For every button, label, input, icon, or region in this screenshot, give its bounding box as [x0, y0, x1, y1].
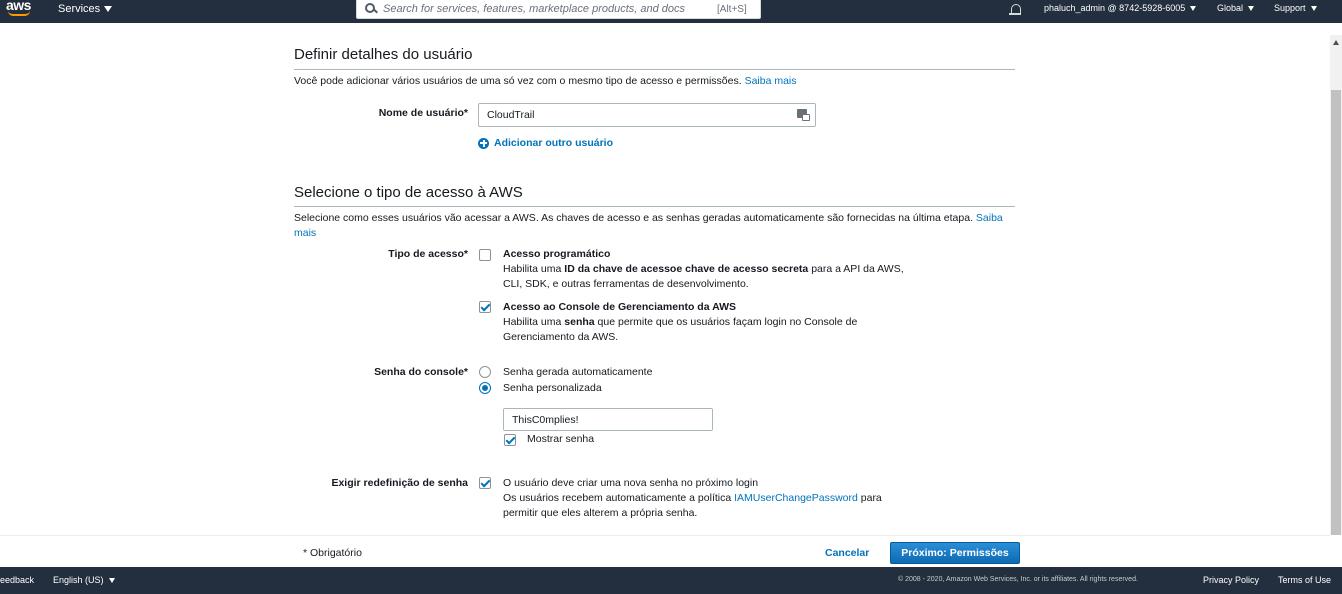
scrollbar-thumb[interactable]: [1331, 90, 1341, 535]
learn-more-link[interactable]: Saiba mais: [745, 75, 797, 87]
programmatic-access-description: Habilita uma ID da chave de acessoe chav…: [503, 262, 904, 292]
scroll-up-arrow-icon[interactable]: [1333, 40, 1339, 45]
custom-password-label: Senha personalizada: [503, 382, 602, 394]
caret-down-icon: [108, 577, 115, 583]
custom-password-radio[interactable]: [479, 382, 491, 394]
custom-password-input[interactable]: [503, 408, 713, 431]
top-navigation-bar: aws Services [Alt+S] phaluch_admin @ 874…: [0, 0, 1342, 23]
require-reset-line1: O usuário deve criar uma nova senha no p…: [503, 477, 759, 489]
caret-down-icon: [104, 6, 113, 12]
console-access-description: Habilita uma senha que permite que os us…: [503, 315, 857, 345]
autofill-icon[interactable]: [797, 109, 810, 121]
console-access-checkbox[interactable]: [479, 301, 491, 313]
user-details-title: Definir detalhes do usuário: [294, 46, 473, 63]
section-divider: [294, 206, 1015, 207]
language-label: English (US): [53, 575, 104, 585]
username-label: Nome de usuário*: [378, 107, 468, 119]
page-footer: eedback English (US) © 2008 - 2020, Amaz…: [0, 567, 1342, 594]
privacy-policy-link[interactable]: Privacy Policy: [1203, 575, 1259, 585]
search-input[interactable]: [383, 3, 713, 15]
require-reset-label: Exigir redefinição de senha: [331, 477, 468, 489]
account-menu[interactable]: phaluch_admin @ 8742-5928-6005: [1044, 3, 1197, 13]
account-label: phaluch_admin @ 8742-5928-6005: [1044, 3, 1186, 13]
aws-logo[interactable]: aws: [6, 0, 36, 20]
require-reset-checkbox[interactable]: [479, 477, 491, 489]
language-selector[interactable]: English (US): [53, 575, 115, 585]
section-divider: [294, 69, 1015, 70]
next-permissions-button[interactable]: Próximo: Permissões: [890, 542, 1020, 564]
require-reset-description: O usuário deve criar uma nova senha no p…: [503, 476, 882, 521]
bell-icon[interactable]: [1009, 3, 1021, 17]
region-label: Global: [1217, 3, 1244, 13]
console-desc-b: senha: [564, 316, 595, 328]
learn-more-link[interactable]: Saiba: [976, 212, 1003, 224]
programmatic-access-title: Acesso programático: [503, 248, 611, 260]
search-shortcut: [Alt+S]: [717, 3, 747, 15]
username-input[interactable]: [478, 103, 816, 127]
console-desc-line2: Gerenciamento da AWS.: [503, 331, 619, 343]
access-type-title: Selecione o tipo de acesso à AWS: [294, 184, 523, 201]
access-type-description-text: Selecione como esses usuários vão acessa…: [294, 212, 973, 224]
user-details-description: Você pode adicionar vários usuários de u…: [294, 74, 797, 89]
require-reset-line3: permitir que eles alterem a própria senh…: [503, 507, 698, 519]
add-another-user-link[interactable]: Adicionar outro usuário: [478, 137, 613, 149]
user-details-description-text: Você pode adicionar vários usuários de u…: [294, 75, 742, 87]
support-menu[interactable]: Support: [1274, 3, 1317, 13]
caret-down-icon: [1310, 5, 1317, 11]
wizard-footer: [0, 535, 1330, 567]
console-access-title: Acesso ao Console de Gerenciamento da AW…: [503, 301, 737, 313]
console-desc-a: Habilita uma: [503, 316, 565, 328]
aws-smile-icon: [8, 11, 30, 16]
programmatic-desc-line2: CLI, SDK, e outras ferramentas de desenv…: [503, 278, 749, 290]
require-reset-line2c: para: [857, 492, 882, 504]
learn-more-link-continued[interactable]: mais: [294, 227, 316, 239]
add-another-user-label: Adicionar outro usuário: [494, 137, 614, 149]
auto-password-radio[interactable]: [479, 366, 491, 378]
region-menu[interactable]: Global: [1217, 3, 1255, 13]
required-note: * Obrigatório: [303, 547, 362, 559]
programmatic-desc-a: Habilita uma: [503, 263, 565, 275]
console-desc-c: que permite que os usuários façam login …: [594, 316, 858, 328]
search-icon: [363, 0, 383, 18]
caret-down-icon: [1190, 5, 1197, 11]
show-password-label: Mostrar senha: [527, 433, 595, 445]
cancel-button[interactable]: Cancelar: [825, 547, 869, 559]
copyright-text: © 2008 - 2020, Amazon Web Services, Inc.…: [898, 576, 1138, 583]
feedback-link[interactable]: eedback: [0, 575, 34, 585]
search-box[interactable]: [Alt+S]: [356, 0, 761, 19]
iam-user-change-password-link[interactable]: IAMUserChangePassword: [734, 492, 858, 504]
access-type-label: Tipo de acesso*: [388, 248, 468, 260]
caret-down-icon: [1248, 5, 1255, 11]
programmatic-desc-b: ID da chave de acessoe chave de acesso s…: [564, 263, 809, 275]
plus-circle-icon: [478, 137, 489, 149]
services-label: Services: [58, 3, 101, 15]
auto-password-label: Senha gerada automaticamente: [503, 366, 653, 378]
programmatic-desc-c: para a API da AWS,: [808, 263, 904, 275]
console-password-label: Senha do console*: [374, 366, 468, 378]
terms-of-use-link[interactable]: Terms of Use: [1278, 575, 1331, 585]
show-password-checkbox[interactable]: [504, 434, 516, 446]
require-reset-line2a: Os usuários recebem automaticamente a po…: [503, 492, 735, 504]
autofill-icon-front: [802, 114, 810, 121]
programmatic-access-checkbox[interactable]: [479, 249, 491, 261]
access-type-description: Selecione como esses usuários vão acessa…: [294, 211, 1014, 241]
services-menu-button[interactable]: Services: [58, 3, 113, 15]
support-label: Support: [1274, 3, 1306, 13]
